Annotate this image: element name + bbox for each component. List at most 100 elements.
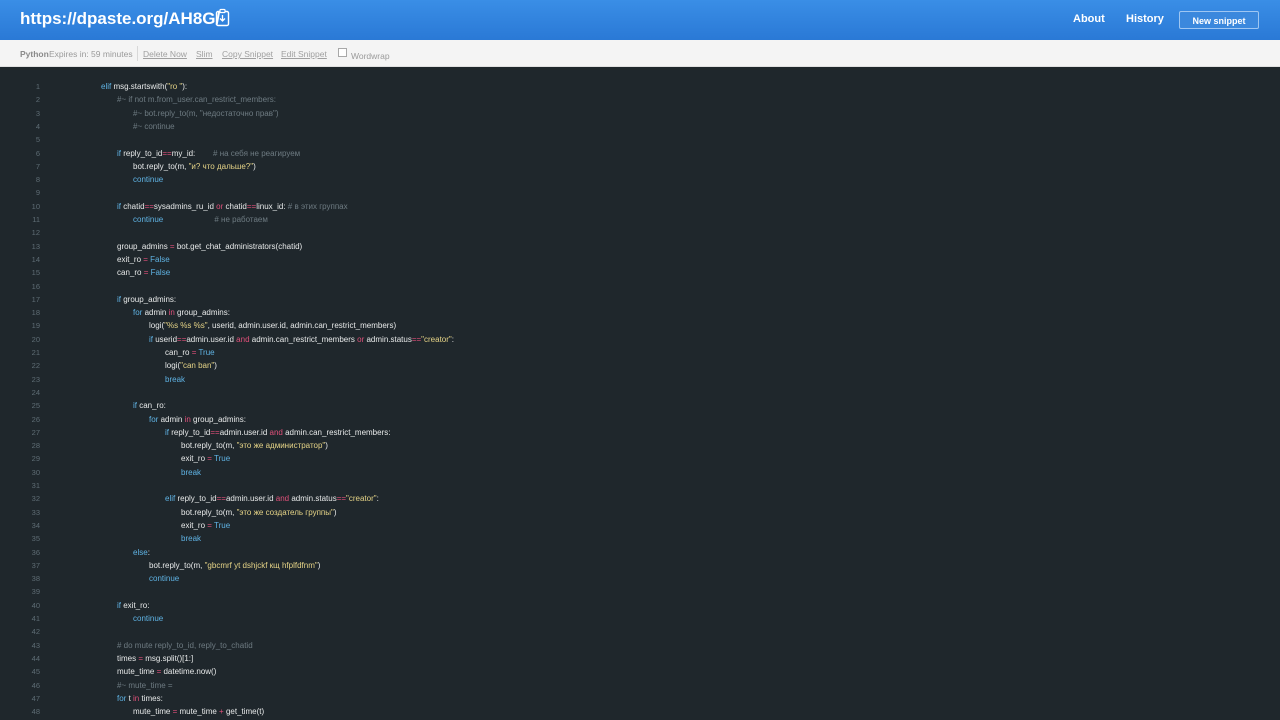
line-number: 32 xyxy=(31,494,40,504)
code-line: continue xyxy=(133,612,163,625)
snippet-toolbar: Python Expires in: 59 minutes Delete Now… xyxy=(0,40,1280,67)
code-line: can_ro = True xyxy=(165,346,215,359)
code-token: == xyxy=(144,201,154,211)
code-token: reply_to_id xyxy=(175,494,217,504)
edit-snippet-link[interactable]: Edit Snippet xyxy=(281,49,327,59)
line-number: 33 xyxy=(31,507,40,517)
toolbar-divider xyxy=(137,46,138,61)
code-line: exit_ro = True xyxy=(181,519,230,532)
copy-snippet-link[interactable]: Copy Snippet xyxy=(222,49,273,59)
line-number: 13 xyxy=(31,241,40,251)
code-token: "can ban" xyxy=(180,361,215,371)
line-number: 2 xyxy=(35,95,40,105)
line-number: 11 xyxy=(32,215,40,224)
code-line: if reply_to_id==admin.user.id and admin.… xyxy=(165,426,390,439)
code-line: #~ bot.reply_to(m, "недостаточно прав") xyxy=(133,107,279,120)
code-token: # не работаем xyxy=(214,215,268,224)
code-line: #~ continue xyxy=(133,120,175,133)
code-token: admin.status xyxy=(364,334,412,344)
code-token: "и? что дальше?" xyxy=(188,161,254,171)
line-number: 44 xyxy=(31,653,40,663)
code-token: ) xyxy=(253,161,256,171)
line-number: 30 xyxy=(31,467,40,477)
code-token: chatid xyxy=(121,201,145,211)
code-token: group_admins: xyxy=(121,294,177,304)
line-number: 4 xyxy=(35,121,40,131)
code-line: exit_ro = True xyxy=(181,452,230,465)
line-number: 18 xyxy=(31,308,40,318)
line-number: 45 xyxy=(31,667,40,677)
line-number: 31 xyxy=(31,481,40,490)
code-token: and xyxy=(236,334,250,344)
code-token: bot.reply_to(m, xyxy=(181,507,237,517)
code-token: True xyxy=(198,348,215,357)
snippet-url[interactable]: https://dpaste.org/AH8G/ xyxy=(20,9,220,29)
code-line: if exit_ro: xyxy=(117,599,149,612)
code-token: "%s %s %s" xyxy=(164,321,208,331)
line-number: 42 xyxy=(31,627,40,637)
code-line: break xyxy=(181,532,201,545)
code-token: can_ro xyxy=(165,348,192,357)
code-line: mute_time = mute_time + get_time(t) xyxy=(133,705,264,718)
top-header: https://dpaste.org/AH8G/ About History N… xyxy=(0,0,1280,40)
line-number: 38 xyxy=(31,574,40,584)
wordwrap-checkbox[interactable] xyxy=(338,48,347,57)
code-token: exit_ro xyxy=(117,254,144,264)
code-token: ) xyxy=(325,441,328,451)
nav-history-link[interactable]: History xyxy=(1126,13,1164,25)
code-token: admin xyxy=(142,308,169,318)
line-number: 36 xyxy=(31,547,40,557)
code-token: exit_ro xyxy=(181,454,208,464)
code-token: == xyxy=(336,494,347,504)
line-number: 1 xyxy=(35,82,40,91)
code-token: False xyxy=(150,254,170,264)
line-number: 48 xyxy=(31,707,40,717)
line-number: 26 xyxy=(31,414,40,424)
line-number: 8 xyxy=(35,175,40,185)
code-token: group_admins: xyxy=(174,308,230,318)
code-token: ) xyxy=(333,507,337,517)
code-token: userid xyxy=(153,334,178,344)
new-snippet-button[interactable]: New snippet xyxy=(1179,11,1259,29)
line-number: 19 xyxy=(31,321,40,331)
code-line: times = msg.split()[1:] xyxy=(117,652,193,665)
line-number: 5 xyxy=(35,135,40,145)
code-token: msg.startswith( xyxy=(111,82,168,91)
code-token: for xyxy=(133,308,143,318)
code-token: admin.can_restrict_members xyxy=(249,334,358,344)
code-token: "это же администратор" xyxy=(236,441,326,451)
code-token: times xyxy=(117,653,139,663)
code-token: #~ continue xyxy=(133,121,175,131)
line-number: 6 xyxy=(35,148,40,158)
code-line: logi("%s %s %s", userid, admin.user.id, … xyxy=(149,319,396,332)
code-token: admin xyxy=(158,414,185,424)
code-line: bot.reply_to(m, "это же администратор") xyxy=(181,439,328,452)
nav-about-link[interactable]: About xyxy=(1073,13,1105,25)
code-token: admin.user.id xyxy=(186,334,237,344)
slim-link[interactable]: Slim xyxy=(196,49,213,59)
code-line: continue xyxy=(133,173,163,186)
line-number: 46 xyxy=(31,680,40,690)
line-number: 27 xyxy=(31,427,40,437)
code-token: ) xyxy=(317,560,321,570)
line-number: 29 xyxy=(31,454,40,464)
code-token: : xyxy=(451,334,454,344)
code-token: : xyxy=(376,494,379,504)
line-number: 40 xyxy=(31,600,40,610)
code-line: # do mute reply_to_id, reply_to_chatid xyxy=(117,639,253,652)
line-number: 17 xyxy=(31,294,40,304)
code-token: #~ bot.reply_to(m, "недостаточно прав") xyxy=(133,108,279,118)
code-token: for xyxy=(117,693,127,703)
copy-url-icon[interactable] xyxy=(214,8,232,28)
code-token: admin.user.id xyxy=(219,427,270,437)
code-token: else xyxy=(133,547,148,557)
code-token: "creator" xyxy=(421,334,452,344)
code-token: admin.status xyxy=(289,494,337,504)
line-number: 28 xyxy=(31,441,40,451)
code-token: continue xyxy=(133,175,164,185)
line-number: 16 xyxy=(31,281,40,291)
delete-now-link[interactable]: Delete Now xyxy=(143,49,187,59)
code-token: mute_time xyxy=(117,667,157,677)
code-line: bot.reply_to(m, "gbcmrf yt dshjckf кщ hf… xyxy=(149,559,320,572)
